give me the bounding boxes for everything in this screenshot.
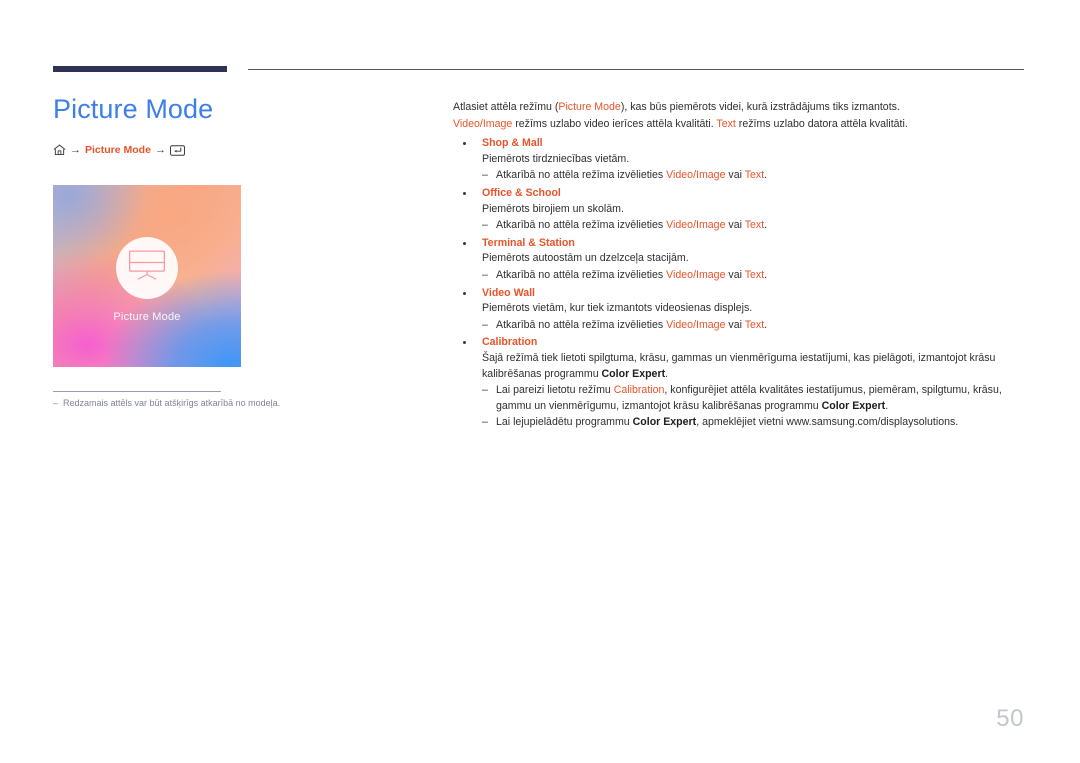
cal-sub1-a: Lai pareizi lietotu režīmu bbox=[496, 384, 614, 397]
note-divider bbox=[53, 391, 221, 392]
sub-suffix: . bbox=[764, 169, 768, 182]
sub-prefix: Atkarībā no attēla režīma izvēlieties bbox=[496, 219, 667, 232]
list-item: Atkarībā no attēla režīma izvēlieties Vi… bbox=[482, 218, 1027, 234]
mode-title: Terminal & Station bbox=[482, 236, 575, 249]
page-number: 50 bbox=[996, 705, 1024, 732]
list-item: Video Wall Piemērots vietām, kur tiek iz… bbox=[453, 286, 1027, 334]
list-item: Atkarībā no attēla režīma izvēlieties Vi… bbox=[482, 318, 1027, 334]
sub-mid: vai bbox=[725, 219, 745, 232]
sub-highlight-video-image: Video/Image bbox=[666, 318, 726, 331]
intro-2-highlight-1: Video/Image bbox=[453, 117, 513, 130]
intro-1a: Atlasiet attēla režīmu ( bbox=[453, 101, 559, 113]
list-item: Lai lejupielādētu programmu Color Expert… bbox=[482, 415, 1027, 431]
sub-suffix: . bbox=[764, 318, 768, 331]
mode-sublist: Atkarībā no attēla režīma izvēlieties Vi… bbox=[482, 268, 1027, 284]
sub-suffix: . bbox=[764, 219, 768, 232]
thumbnail-caption: Picture Mode bbox=[113, 311, 181, 323]
page-title: Picture Mode bbox=[53, 94, 214, 124]
preview-thumbnail: Picture Mode bbox=[53, 185, 241, 367]
cal-sub1-bold: Color Expert bbox=[821, 399, 886, 412]
header-accent-bar bbox=[53, 66, 227, 72]
monitor-icon-badge bbox=[116, 237, 178, 299]
list-item: Lai pareizi lietotu režīmu Calibration, … bbox=[482, 383, 1027, 414]
cal-sub1-highlight: Calibration bbox=[613, 384, 665, 397]
sub-highlight-text: Text bbox=[744, 268, 765, 281]
sub-prefix: Atkarībā no attēla režīma izvēlieties bbox=[496, 318, 667, 331]
mode-title: Video Wall bbox=[482, 286, 535, 299]
note-label: Redzamais attēls var būt atšķirīgs atkar… bbox=[63, 398, 281, 408]
sub-mid: vai bbox=[725, 318, 745, 331]
list-item: Terminal & Station Piemērots autoostām u… bbox=[453, 236, 1027, 284]
mode-title: Calibration bbox=[482, 336, 538, 349]
intro-1-highlight: Picture Mode bbox=[558, 101, 621, 113]
sub-mid: vai bbox=[725, 169, 745, 182]
sub-prefix: Atkarībā no attēla režīma izvēlieties bbox=[496, 268, 667, 281]
sub-highlight-video-image: Video/Image bbox=[666, 219, 726, 232]
cal-sub2-a: Lai lejupielādētu programmu bbox=[496, 416, 633, 429]
list-item: Office & School Piemērots birojiem un sk… bbox=[453, 186, 1027, 234]
sub-highlight-video-image: Video/Image bbox=[666, 268, 726, 281]
mode-title: Office & School bbox=[482, 186, 561, 199]
main-content: Atlasiet attēla režīmu (Picture Mode), k… bbox=[453, 100, 1027, 433]
calibration-desc-bold: Color Expert bbox=[601, 367, 666, 380]
sub-mid: vai bbox=[725, 268, 745, 281]
intro-line-1: Atlasiet attēla režīmu (Picture Mode), k… bbox=[453, 100, 1027, 116]
left-column: Picture Mode → Picture Mode → bbox=[53, 92, 433, 158]
sub-highlight-text: Text bbox=[744, 318, 765, 331]
mode-title: Shop & Mall bbox=[482, 137, 543, 150]
monitor-icon bbox=[127, 248, 167, 288]
intro-2b: režīms uzlabo datora attēla kvalitāti. bbox=[735, 117, 908, 130]
breadcrumb-arrow-1: → bbox=[70, 143, 81, 156]
cal-sub2-b: , apmeklējiet vietni www.samsung.com/dis… bbox=[696, 416, 959, 429]
cal-sub1-c: . bbox=[885, 399, 889, 412]
calibration-desc-b: . bbox=[665, 367, 669, 380]
intro-2-highlight-2: Text bbox=[716, 117, 736, 130]
sub-highlight-text: Text bbox=[744, 219, 765, 232]
calibration-desc-a: Šajā režīmā tiek lietoti spilgtuma, krās… bbox=[482, 351, 996, 380]
cal-sub2-bold: Color Expert bbox=[632, 416, 697, 429]
mode-description: Piemērots vietām, kur tiek izmantots vid… bbox=[482, 302, 753, 315]
mode-description: Piemērots autoostām un dzelzceļa stacijā… bbox=[482, 252, 689, 265]
mode-description: Piemērots birojiem un skolām. bbox=[482, 202, 624, 215]
breadcrumb: → Picture Mode → bbox=[53, 142, 433, 158]
sub-prefix: Atkarībā no attēla režīma izvēlieties bbox=[496, 169, 667, 182]
header-rule-line bbox=[248, 69, 1024, 70]
mode-sublist: Atkarībā no attēla režīma izvēlieties Vi… bbox=[482, 318, 1027, 334]
sub-highlight-video-image: Video/Image bbox=[666, 169, 726, 182]
list-item: Shop & Mall Piemērots tirdzniecības viet… bbox=[453, 136, 1027, 184]
mode-sublist: Atkarībā no attēla režīma izvēlieties Vi… bbox=[482, 168, 1027, 184]
intro-2a: režīms uzlabo video ierīces attēla kvali… bbox=[512, 117, 717, 130]
intro-line-2: Video/Image režīms uzlabo video ierīces … bbox=[453, 117, 1027, 133]
intro-1b: ), kas būs piemērots videi, kurā izstrād… bbox=[620, 101, 900, 113]
sub-suffix: . bbox=[764, 268, 768, 281]
mode-sublist: Atkarībā no attēla režīma izvēlieties Vi… bbox=[482, 218, 1027, 234]
breadcrumb-arrow-2: → bbox=[154, 143, 166, 156]
mode-description: Piemērots tirdzniecības vietām. bbox=[482, 152, 630, 165]
breadcrumb-item-picture-mode[interactable]: Picture Mode bbox=[85, 144, 151, 156]
picture-mode-list: Shop & Mall Piemērots tirdzniecības viet… bbox=[453, 136, 1027, 431]
home-icon bbox=[53, 144, 66, 156]
calibration-sublist: Lai pareizi lietotu režīmu Calibration , … bbox=[482, 383, 1027, 431]
enter-key-icon bbox=[169, 144, 185, 156]
list-item-calibration: Calibration Šajā režīmā tiek lietoti spi… bbox=[453, 335, 1027, 431]
list-item: Atkarībā no attēla režīma izvēlieties Vi… bbox=[482, 268, 1027, 284]
note-dash: – bbox=[53, 398, 59, 408]
thumbnail-note: – Redzamais attēls var būt atšķirīgs atka… bbox=[53, 396, 423, 410]
sub-highlight-text: Text bbox=[744, 169, 765, 182]
mode-description: Šajā režīmā tiek lietoti spilgtuma, krās… bbox=[482, 351, 1027, 382]
list-item: Atkarībā no attēla režīma izvēlieties Vi… bbox=[482, 168, 1027, 184]
